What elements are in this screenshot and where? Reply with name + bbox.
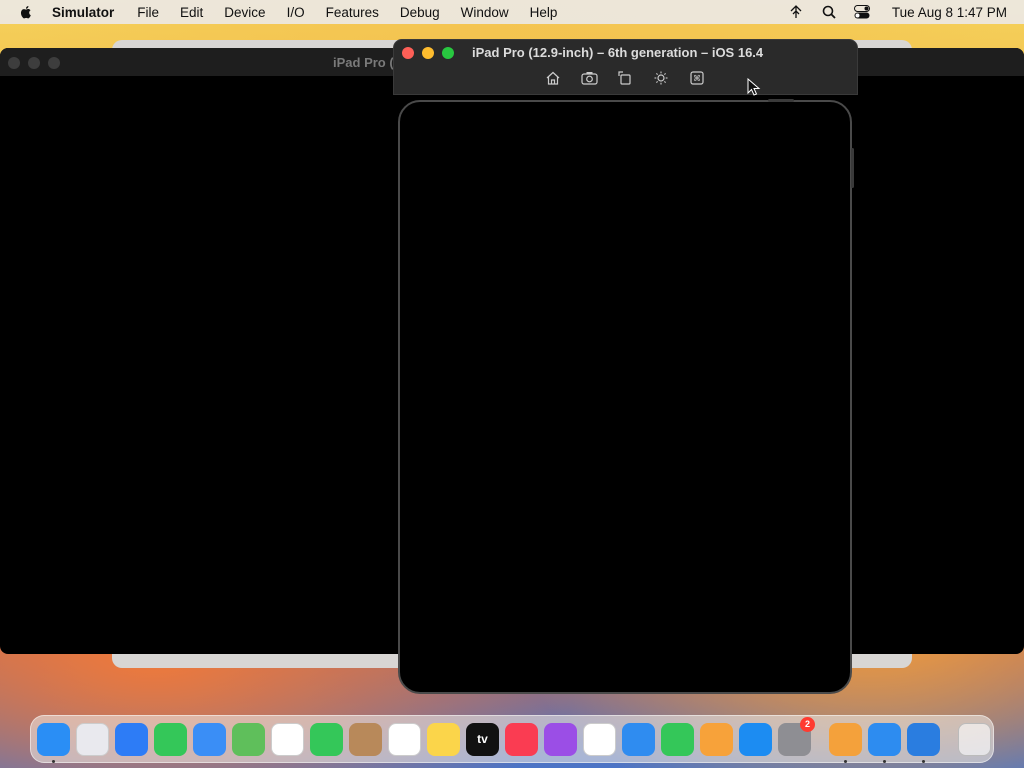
mail-icon[interactable] [193, 722, 226, 756]
control-center-icon[interactable] [853, 5, 870, 19]
close-button[interactable] [402, 47, 414, 59]
home-icon[interactable] [544, 70, 562, 86]
menu-file[interactable]: File [137, 5, 159, 20]
numbers-icon[interactable] [661, 722, 694, 756]
svg-text:⌘: ⌘ [693, 74, 701, 83]
trash-icon[interactable] [958, 722, 991, 756]
xcode-icon[interactable] [868, 722, 901, 763]
menu-bar: Simulator File Edit Device I/O Features … [0, 0, 1024, 24]
finder-icon[interactable] [37, 722, 70, 763]
app-store-icon[interactable] [739, 722, 772, 756]
inactive-zoom-button[interactable] [48, 57, 60, 69]
running-indicator [922, 759, 925, 763]
pages-icon[interactable] [700, 722, 733, 756]
xcode-tools-icon[interactable] [907, 722, 940, 763]
notification-badge: 2 [800, 716, 815, 732]
rotate-icon[interactable] [616, 70, 634, 86]
menu-io[interactable]: I/O [287, 5, 305, 20]
inactive-minimize-button[interactable] [28, 57, 40, 69]
reminders-icon[interactable] [388, 722, 421, 756]
mouse-cursor-icon [747, 78, 761, 96]
podcasts-icon[interactable] [544, 722, 577, 756]
menu-help[interactable]: Help [530, 5, 558, 20]
apple-icon[interactable] [18, 4, 34, 20]
launchpad-icon[interactable] [76, 722, 109, 756]
appearance-icon[interactable] [652, 70, 670, 86]
menu-app-name[interactable]: Simulator [52, 5, 114, 20]
news-icon[interactable] [583, 722, 616, 756]
maps-icon[interactable] [232, 722, 265, 756]
airdrop-icon[interactable] [788, 5, 804, 19]
menu-device[interactable]: Device [224, 5, 265, 20]
inactive-close-button[interactable] [8, 57, 20, 69]
keynote-icon[interactable] [622, 722, 655, 756]
keyboard-icon[interactable]: ⌘ [688, 70, 706, 86]
menu-edit[interactable]: Edit [180, 5, 203, 20]
simulator-window-title: iPad Pro (12.9-inch) – 6th generation – … [472, 45, 764, 60]
menu-debug[interactable]: Debug [400, 5, 440, 20]
running-indicator [883, 759, 886, 763]
zoom-button[interactable] [442, 47, 454, 59]
ipad-device-screen[interactable] [398, 99, 854, 694]
dock: tv 2 [30, 715, 994, 763]
background-window-title: iPad Pro ( [333, 55, 394, 70]
simulator-icon[interactable] [829, 722, 862, 763]
music-icon[interactable] [505, 722, 538, 756]
screenshot-icon[interactable] [580, 70, 598, 86]
search-icon[interactable] [822, 5, 836, 19]
notes-icon[interactable] [427, 722, 460, 756]
menu-clock[interactable]: Tue Aug 8 1:47 PM [892, 5, 1007, 20]
running-indicator [52, 759, 55, 763]
ipad-top-button[interactable] [768, 99, 794, 102]
photos-icon[interactable] [271, 722, 304, 756]
minimize-button[interactable] [422, 47, 434, 59]
menu-window[interactable]: Window [461, 5, 509, 20]
simulator-window-titlebar[interactable]: iPad Pro (12.9-inch) – 6th generation – … [393, 39, 858, 95]
menu-features[interactable]: Features [326, 5, 379, 20]
facetime-icon[interactable] [310, 722, 343, 756]
tv-label: tv [477, 732, 488, 746]
ipad-volume-button[interactable] [851, 148, 854, 188]
tv-icon[interactable]: tv [466, 722, 499, 756]
messages-icon[interactable] [154, 722, 187, 756]
system-settings-icon[interactable]: 2 [778, 716, 815, 756]
safari-icon[interactable] [115, 722, 148, 756]
contacts-icon[interactable] [349, 722, 382, 756]
running-indicator [844, 759, 847, 763]
